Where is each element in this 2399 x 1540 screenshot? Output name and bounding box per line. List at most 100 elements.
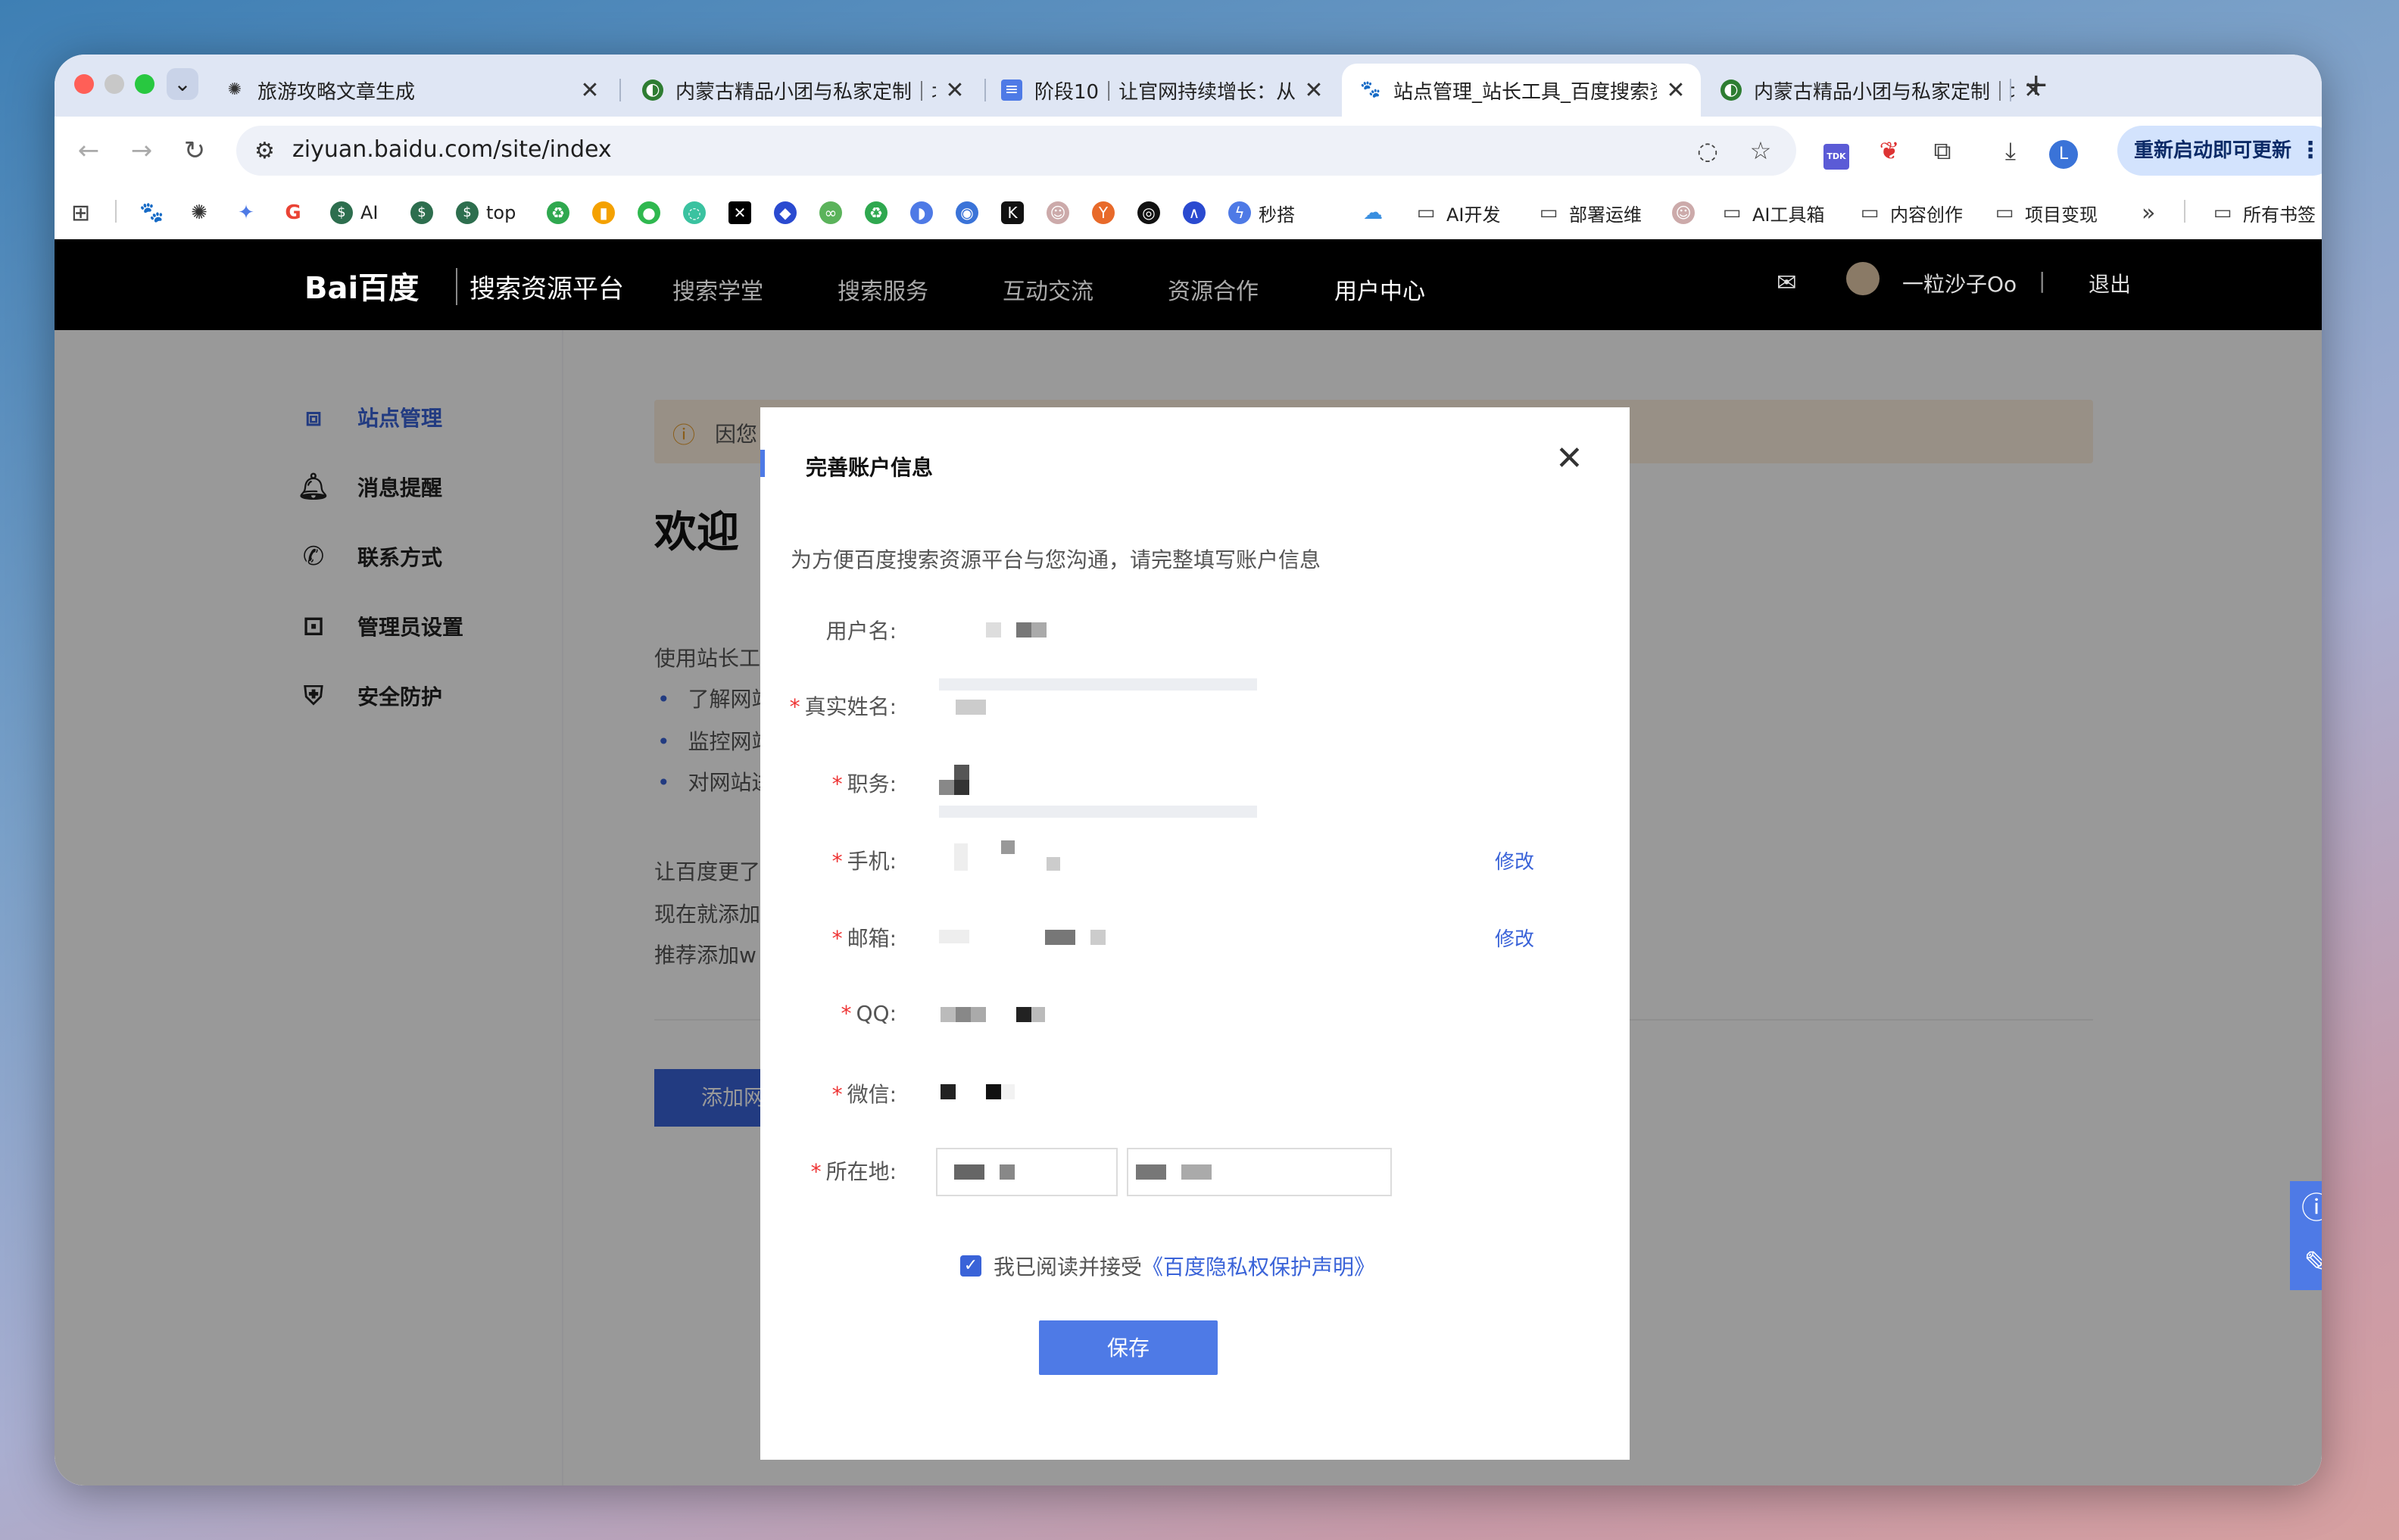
job-title-value: [939, 765, 1272, 800]
close-tab-icon[interactable]: ✕: [579, 77, 601, 104]
bookmark-ext-6[interactable]: ♻: [865, 200, 895, 226]
bookmark-divider: [115, 200, 117, 223]
save-button[interactable]: 保存: [1039, 1320, 1218, 1375]
forward-button[interactable]: →: [123, 132, 161, 170]
tab-5[interactable]: ◐ 内蒙古精品小团与私家定制｜北 ✕: [1702, 64, 2058, 117]
address-bar[interactable]: ⚙ ziyuan.baidu.com/site/index ◌ ☆: [236, 126, 1796, 176]
bookmark-avatar[interactable]: ☺: [1672, 200, 1702, 226]
tdk-extension-icon[interactable]: TDK: [1819, 133, 1854, 170]
browser-window: ⌄ ✺ 旅游攻略文章生成 ✕ ◐ 内蒙古精品小团与私家定制｜北 ✕ ≡ 阶段10…: [55, 55, 2322, 1485]
field-label: * 真实姓名:: [789, 694, 897, 719]
bookmark-ext-2[interactable]: ▮: [592, 200, 622, 226]
bookmark-wechat[interactable]: ●: [638, 200, 668, 226]
bird-icon: ◉: [956, 201, 978, 224]
bookmark-openai[interactable]: ✺: [188, 200, 218, 226]
nav-search-academy[interactable]: 搜索学堂: [672, 273, 763, 306]
bookmark-coin[interactable]: $: [410, 200, 441, 226]
tab-strip: ⌄ ✺ 旅游攻略文章生成 ✕ ◐ 内蒙古精品小团与私家定制｜北 ✕ ≡ 阶段10…: [55, 55, 2322, 117]
apps-grid-icon[interactable]: ⊞: [71, 200, 90, 226]
bookmark-ext-8[interactable]: ◉: [956, 200, 986, 226]
update-label: 重新启动即可更新: [2134, 139, 2292, 162]
bookmark-miaoda[interactable]: ϟ 秒搭: [1228, 200, 1295, 226]
bookmark-folder-ai-tools[interactable]: ▭ AI工具箱: [1719, 200, 1825, 226]
star-icon[interactable]: ☆: [1743, 133, 1778, 168]
nav-resource-cooperation[interactable]: 资源合作: [1168, 273, 1259, 306]
zoom-window-button[interactable]: [135, 74, 154, 94]
logout-link[interactable]: 退出: [2089, 268, 2131, 298]
bookmark-folder-ai-dev[interactable]: ▭ AI开发: [1413, 200, 1501, 226]
bookmark-x[interactable]: ✕: [728, 200, 759, 226]
tdk-badge: TDK: [1823, 144, 1849, 170]
privacy-policy-link[interactable]: 《百度隐私权保护声明》: [1142, 1251, 1375, 1281]
edit-phone-link[interactable]: 修改: [1495, 846, 1534, 874]
close-tab-icon[interactable]: ✕: [944, 77, 966, 104]
bookmark-ext-3[interactable]: ◌: [683, 200, 713, 226]
tab-search-menu[interactable]: ⌄: [167, 68, 198, 100]
link-icon: ∞: [819, 201, 842, 224]
form-row-wechat: * 微信:: [760, 1071, 1630, 1116]
back-button[interactable]: ←: [70, 132, 108, 170]
help-icon[interactable]: ⓘ: [2290, 1181, 2322, 1236]
site-settings-icon[interactable]: ⚙: [254, 138, 275, 164]
bookmark-top[interactable]: $ top: [456, 200, 516, 226]
folder-icon: ▭: [1416, 201, 1436, 224]
extension-red-icon[interactable]: ❦: [1872, 133, 1907, 168]
eye-off-icon[interactable]: ◌: [1690, 133, 1725, 168]
job-title-input[interactable]: [939, 806, 1257, 818]
tab-4-active[interactable]: 🐾 站点管理_站长工具_百度搜索资 ✕: [1342, 64, 1701, 117]
bookmark-ext-13[interactable]: ∧: [1183, 200, 1213, 226]
bookmark-ext-5[interactable]: ∞: [819, 200, 850, 226]
province-select[interactable]: [936, 1148, 1118, 1196]
bookmark-ext-1[interactable]: ♻: [547, 200, 577, 226]
tab-2[interactable]: ◐ 内蒙古精品小团与私家定制｜北 ✕: [624, 64, 980, 117]
bookmark-folder-content[interactable]: ▭ 内容创作: [1857, 200, 1963, 226]
tab-1[interactable]: ✺ 旅游攻略文章生成 ✕: [206, 64, 615, 117]
whale-icon: ◗: [910, 201, 933, 224]
download-icon[interactable]: ⤓: [1993, 133, 2028, 168]
bookmark-ai[interactable]: $ AI: [330, 200, 379, 226]
puzzle-icon[interactable]: ⧉: [1925, 133, 1960, 168]
new-tab-button[interactable]: +: [2023, 70, 2049, 100]
coin-icon: $: [410, 201, 433, 224]
mail-icon[interactable]: ✉: [1777, 268, 1797, 297]
bookmark-folder-all[interactable]: ▭ 所有书签: [2210, 200, 2316, 226]
close-tab-icon[interactable]: ✕: [1302, 77, 1325, 104]
plus-icon: +: [2023, 67, 2049, 102]
baidu-logo[interactable]: Bai百度: [304, 263, 419, 307]
reload-button[interactable]: ↻: [176, 132, 214, 170]
city-select[interactable]: [1127, 1148, 1392, 1196]
tab-3[interactable]: ≡ 阶段10｜让官网持续增长：从一 ✕: [983, 64, 1339, 117]
username-value: [939, 613, 1272, 647]
relaunch-update-button[interactable]: 重新启动即可更新 ⋮: [2117, 126, 2322, 176]
bookmark-baidu[interactable]: 🐾: [139, 200, 170, 226]
close-window-button[interactable]: [74, 74, 94, 94]
logo-text: Bai百度: [304, 271, 420, 306]
agree-checkbox[interactable]: ✓: [960, 1255, 981, 1277]
user-avatar[interactable]: [1846, 262, 1880, 295]
field-label: * 邮箱:: [831, 926, 897, 951]
nav-interaction[interactable]: 互动交流: [1003, 273, 1093, 306]
edit-email-link[interactable]: 修改: [1495, 924, 1534, 952]
bookmark-folder-deploy[interactable]: ▭ 部署运维: [1536, 200, 1642, 226]
bookmark-google[interactable]: G: [282, 200, 312, 226]
close-icon[interactable]: ✕: [1555, 442, 1583, 475]
bookmarks-overflow-button[interactable]: »: [2142, 200, 2155, 226]
bookmark-ext-7[interactable]: ◗: [910, 200, 941, 226]
feedback-icon[interactable]: ✎: [2290, 1236, 2322, 1290]
bookmark-folder-monetize[interactable]: ▭ 项目变现: [1992, 200, 2098, 226]
bookmark-gemini[interactable]: ✦: [235, 200, 265, 226]
bookmark-cloud[interactable]: ☁: [1362, 200, 1392, 226]
close-tab-icon[interactable]: ✕: [1664, 77, 1687, 104]
bookmark-ext-10[interactable]: ☺: [1047, 200, 1077, 226]
loader-icon: ◌: [683, 201, 706, 224]
profile-avatar[interactable]: L: [2046, 133, 2081, 169]
bookmark-ext-4[interactable]: ◆: [774, 200, 804, 226]
minimize-window-button[interactable]: [105, 74, 124, 94]
bookmark-ext-9[interactable]: K: [1001, 200, 1031, 226]
bookmark-ext-12[interactable]: ◎: [1137, 200, 1168, 226]
nav-user-center[interactable]: 用户中心: [1334, 273, 1425, 306]
fork-icon: Y: [1092, 201, 1115, 224]
nav-search-services[interactable]: 搜索服务: [838, 273, 928, 306]
username[interactable]: 一粒沙子Oo: [1902, 268, 2017, 298]
bookmark-ext-11[interactable]: Y: [1092, 200, 1122, 226]
